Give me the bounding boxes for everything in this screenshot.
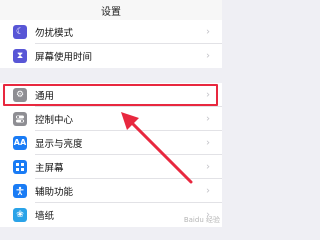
annotation-arrow — [121, 112, 193, 184]
watermark: Baidu 经验 — [183, 216, 220, 224]
